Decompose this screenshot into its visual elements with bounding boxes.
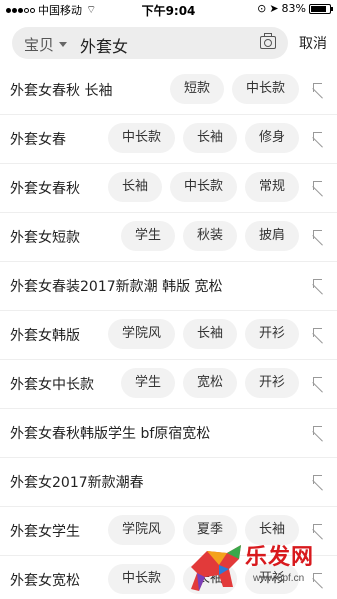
search-input[interactable]: 外套女 xyxy=(80,33,128,57)
fill-query-arrow-icon[interactable] xyxy=(313,279,325,291)
suggestion-label[interactable]: 外套女春秋韩版学生 bf原宿宽松 xyxy=(10,423,210,443)
fill-query-arrow-icon[interactable] xyxy=(313,328,325,340)
search-box[interactable]: 宝贝 外套女 xyxy=(12,27,288,59)
suggestion-row[interactable]: 外套女春秋韩版学生 bf原宿宽松 xyxy=(0,409,337,458)
lock-rotation-icon: ⊙ xyxy=(257,2,267,15)
suggestion-tag[interactable]: 学生 xyxy=(120,368,175,398)
fill-query-arrow-icon[interactable] xyxy=(313,181,325,193)
suggestion-tag[interactable]: 宽松 xyxy=(182,368,237,398)
suggestion-label[interactable]: 外套女春秋 xyxy=(10,178,80,198)
watermark-name: 乐发网 xyxy=(245,544,315,570)
suggestion-label[interactable]: 外套女春 xyxy=(10,129,66,149)
suggestion-tag[interactable]: 秋装 xyxy=(182,221,237,251)
fill-query-arrow-icon[interactable] xyxy=(313,230,325,242)
suggestion-tag[interactable]: 长袖 xyxy=(107,172,162,202)
suggestion-row[interactable]: 外套女春 中长款 长袖 修身 xyxy=(0,115,337,164)
watermark-url: www.6pf.cn xyxy=(253,573,305,584)
suggestion-label[interactable]: 外套女宽松 xyxy=(10,570,80,590)
suggestion-tag[interactable]: 学院风 xyxy=(107,515,175,545)
suggestion-tag[interactable]: 长袖 xyxy=(182,123,237,153)
suggestion-tag[interactable]: 长袖 xyxy=(182,319,237,349)
suggestion-tag[interactable]: 中长款 xyxy=(107,564,175,594)
location-icon: ➤ xyxy=(269,2,279,15)
fill-query-arrow-icon[interactable] xyxy=(313,426,325,438)
suggestion-tags: 长袖 中长款 常规 xyxy=(107,172,299,202)
suggestion-label[interactable]: 外套女韩版 xyxy=(10,325,80,345)
caret-down-icon xyxy=(59,42,68,47)
fill-query-arrow-icon[interactable] xyxy=(313,475,325,487)
suggestion-label[interactable]: 外套女春秋 长袖 xyxy=(10,80,112,100)
suggestion-row[interactable]: 外套女春秋 长袖 短款 中长款 xyxy=(0,66,337,115)
fill-query-arrow-icon[interactable] xyxy=(313,524,325,536)
cancel-button[interactable]: 取消 xyxy=(299,33,327,53)
suggestion-tags: 学生 秋装 披肩 xyxy=(120,221,299,251)
battery-percent: 83% xyxy=(281,2,306,15)
suggestion-tags: 学院风 长袖 开衫 xyxy=(107,319,299,349)
watermark-logo: 乐发网 www.6pf.cn xyxy=(183,537,331,595)
suggestion-row[interactable]: 外套女中长款 学生 宽松 开衫 xyxy=(0,360,337,409)
suggestion-list: 外套女春秋 长袖 短款 中长款 外套女春 中长款 长袖 修身 外套女春秋 长袖 中长款 常规 外套女短… xyxy=(0,66,337,599)
suggestion-label[interactable]: 外套女学生 xyxy=(10,521,80,541)
suggestion-label[interactable]: 外套女春装2017新款潮 韩版 宽松 xyxy=(10,276,223,296)
suggestion-tag[interactable]: 中长款 xyxy=(107,123,175,153)
suggestion-row[interactable]: 外套女韩版 学院风 长袖 开衫 xyxy=(0,311,337,360)
suggestion-tags: 学生 宽松 开衫 xyxy=(120,368,299,398)
suggestion-tag[interactable]: 披肩 xyxy=(244,221,299,251)
suggestion-row[interactable]: 外套女春秋 长袖 中长款 常规 xyxy=(0,164,337,213)
suggestion-row[interactable]: 外套女2017新款潮春 xyxy=(0,458,337,507)
suggestion-row[interactable]: 外套女春装2017新款潮 韩版 宽松 xyxy=(0,262,337,311)
suggestion-tag[interactable]: 修身 xyxy=(244,123,299,153)
status-bar: 中国移动 ⌔ 下午9:04 ⊙ ➤ 83% xyxy=(0,0,337,18)
suggestion-tag[interactable]: 短款 xyxy=(169,74,224,104)
suggestion-label[interactable]: 外套女短款 xyxy=(10,227,80,247)
search-scope-label: 宝贝 xyxy=(24,36,55,54)
suggestion-tag[interactable]: 开衫 xyxy=(244,368,299,398)
fill-query-arrow-icon[interactable] xyxy=(313,377,325,389)
suggestion-tags: 短款 中长款 xyxy=(169,74,299,104)
suggestion-tag[interactable]: 中长款 xyxy=(231,74,299,104)
camera-icon[interactable] xyxy=(260,33,276,49)
suggestion-tags: 中长款 长袖 修身 xyxy=(107,123,299,153)
search-scope-dropdown[interactable]: 宝贝 xyxy=(24,34,68,55)
suggestion-tag[interactable]: 常规 xyxy=(244,172,299,202)
status-right: ⊙ ➤ 83% xyxy=(257,2,333,15)
search-row: 宝贝 外套女 取消 xyxy=(0,25,337,61)
fill-query-arrow-icon[interactable] xyxy=(313,83,325,95)
suggestion-tag[interactable]: 学院风 xyxy=(107,319,175,349)
suggestion-tag[interactable]: 学生 xyxy=(120,221,175,251)
suggestion-label[interactable]: 外套女2017新款潮春 xyxy=(10,472,144,492)
suggestion-row[interactable]: 外套女短款 学生 秋装 披肩 xyxy=(0,213,337,262)
suggestion-tag[interactable]: 开衫 xyxy=(244,319,299,349)
fill-query-arrow-icon[interactable] xyxy=(313,132,325,144)
suggestion-tag[interactable]: 中长款 xyxy=(169,172,237,202)
battery-icon xyxy=(309,3,333,14)
bull-logo-icon xyxy=(191,545,241,591)
suggestion-label[interactable]: 外套女中长款 xyxy=(10,374,94,394)
